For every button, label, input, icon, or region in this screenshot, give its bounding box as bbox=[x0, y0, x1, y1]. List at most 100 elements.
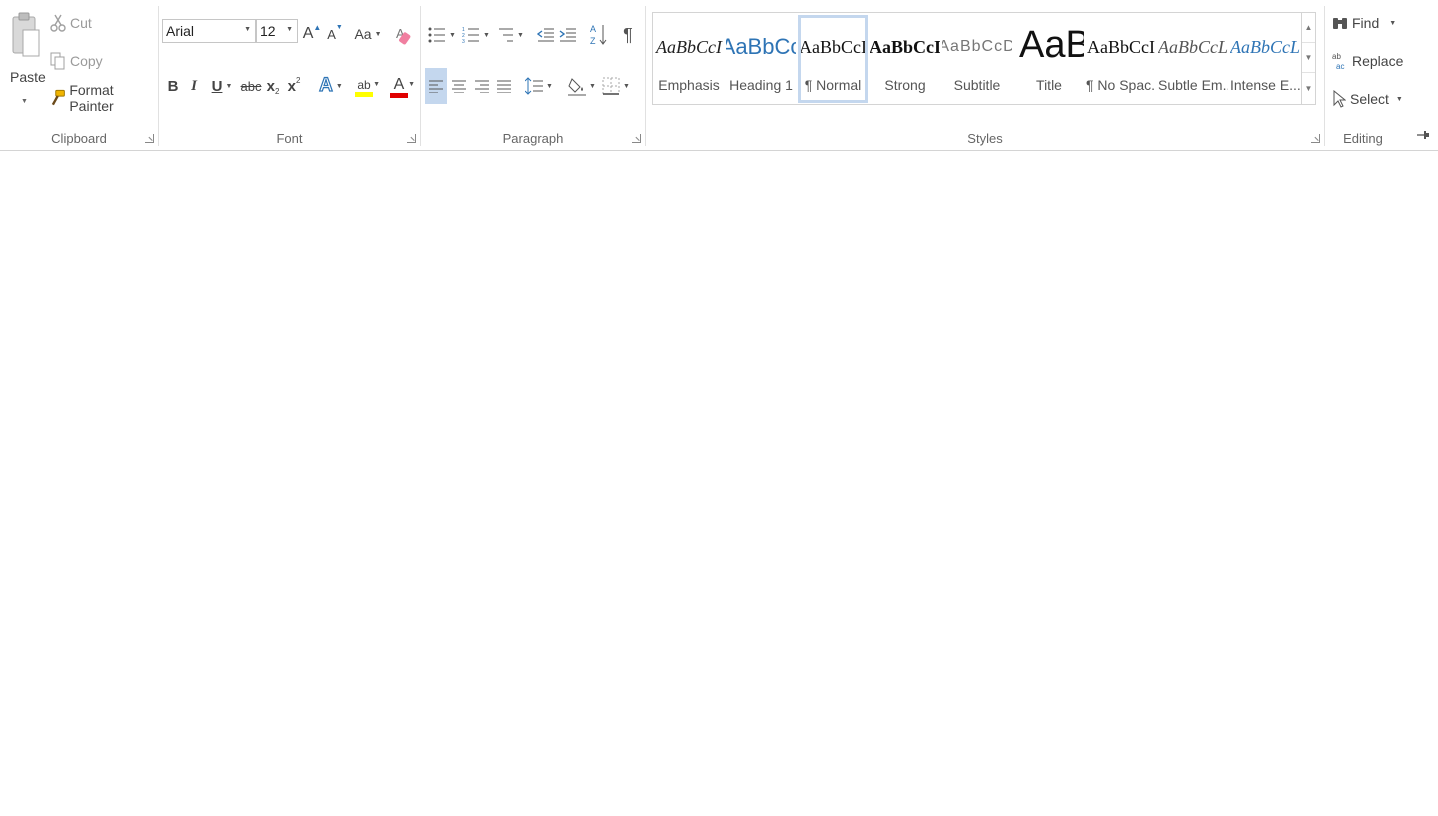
sort-button[interactable]: A Z bbox=[587, 20, 611, 50]
style-name: Intense E... bbox=[1230, 77, 1300, 93]
increase-indent-icon bbox=[559, 28, 576, 42]
decrease-indent-button[interactable] bbox=[535, 22, 557, 48]
cut-label: Cut bbox=[70, 15, 92, 31]
bold-label: B bbox=[167, 77, 179, 95]
chevron-down-icon[interactable]: ▼ bbox=[1302, 43, 1315, 73]
document-canvas[interactable] bbox=[0, 152, 1438, 816]
chevron-down-icon: ▼ bbox=[517, 31, 524, 39]
font-color-icon: A bbox=[393, 75, 405, 93]
align-right-icon bbox=[475, 80, 489, 93]
pin-ribbon-icon[interactable] bbox=[1416, 128, 1430, 142]
align-center-button[interactable] bbox=[448, 72, 470, 100]
style-preview: AaBbCcI bbox=[656, 36, 722, 57]
align-left-icon bbox=[429, 80, 443, 93]
style-intense-emphasis[interactable]: AaBbCcL Intense E... bbox=[1230, 15, 1300, 103]
paste-label: Paste bbox=[10, 69, 46, 85]
grow-font-icon: A bbox=[302, 25, 314, 42]
borders-button[interactable]: ▼ bbox=[599, 72, 633, 100]
style-preview: AaBl bbox=[1019, 23, 1084, 66]
format-painter-label: Format Painter bbox=[69, 82, 114, 114]
multilevel-list-icon bbox=[499, 28, 514, 42]
align-right-button[interactable] bbox=[471, 72, 493, 100]
shading-button[interactable]: ▼ bbox=[565, 72, 599, 100]
paragraph-dialog-launcher-icon[interactable] bbox=[632, 134, 641, 143]
style-emphasis[interactable]: AaBbCcI Emphasis bbox=[654, 15, 724, 103]
multilevel-list-button[interactable]: ▼ bbox=[494, 22, 526, 48]
superscript-button[interactable]: x2 bbox=[285, 74, 303, 98]
style-no-spacing[interactable]: AaBbCcI ¶ No Spac... bbox=[1086, 15, 1156, 103]
font-group: Arial ▼ 12 ▼ A ▲ A ▼ Aa ▼ A B I U ▼ abc … bbox=[159, 0, 420, 151]
bullet-list-icon bbox=[428, 27, 446, 43]
style-subtitle[interactable]: AaBbCcD Subtitle bbox=[942, 15, 1012, 103]
align-center-icon bbox=[452, 80, 466, 93]
underline-button[interactable]: U ▼ bbox=[207, 74, 237, 98]
copy-button[interactable]: Copy bbox=[50, 50, 103, 72]
paragraph-group-label: Paragraph bbox=[502, 131, 564, 146]
gallery-scrollbar[interactable]: ▲ ▼ ▼ bbox=[1301, 13, 1315, 104]
style-heading-1[interactable]: AaBbCc Heading 1 bbox=[726, 15, 796, 103]
highlight-button[interactable]: ab ▼ bbox=[348, 73, 380, 101]
underline-label: U bbox=[211, 77, 223, 95]
styles-group-label: Styles bbox=[967, 131, 1003, 146]
style-name: Subtitle bbox=[953, 77, 1001, 93]
clear-formatting-button[interactable]: A bbox=[392, 22, 416, 48]
font-size-combo[interactable]: 12 ▼ bbox=[256, 19, 298, 43]
highlighter-icon: ab bbox=[357, 77, 371, 92]
subscript-button[interactable]: x2 bbox=[264, 74, 282, 98]
style-normal[interactable]: AaBbCcI ¶ Normal bbox=[798, 15, 868, 103]
italic-button[interactable]: I bbox=[185, 74, 203, 98]
font-color-button[interactable]: A ▼ bbox=[383, 73, 415, 101]
font-name-combo[interactable]: Arial ▼ bbox=[162, 19, 256, 43]
clipboard-group: Paste ▼ Cut Copy Format Painter Clipboar… bbox=[0, 0, 158, 151]
bullets-button[interactable]: ▼ bbox=[426, 22, 458, 48]
font-size-value: 12 bbox=[260, 23, 276, 39]
show-formatting-marks-button[interactable]: ¶ bbox=[618, 22, 638, 48]
paste-button[interactable]: Paste ▼ bbox=[6, 8, 46, 112]
change-case-label: Aa bbox=[354, 26, 372, 42]
style-name: Title bbox=[1036, 77, 1062, 93]
style-title[interactable]: AaBl Title bbox=[1014, 15, 1084, 103]
font-dialog-launcher-icon[interactable] bbox=[407, 134, 416, 143]
sort-az-icon: A Z bbox=[590, 24, 607, 46]
style-strong[interactable]: AaBbCcI Strong bbox=[870, 15, 940, 103]
numbered-list-icon: 1 2 3 bbox=[462, 27, 480, 44]
change-case-button[interactable]: Aa ▼ bbox=[352, 22, 384, 46]
chevron-down-icon: ▼ bbox=[374, 30, 382, 38]
style-preview: AaBbCc bbox=[726, 34, 796, 59]
chevron-down-icon: ▼ bbox=[483, 31, 490, 39]
style-subtle-emphasis[interactable]: AaBbCcL Subtle Em... bbox=[1158, 15, 1228, 103]
more-styles-icon[interactable]: ▼ bbox=[1302, 73, 1315, 103]
style-preview: AaBbCcI bbox=[870, 36, 940, 57]
align-left-button[interactable] bbox=[425, 68, 447, 104]
highlight-color-swatch bbox=[355, 91, 373, 97]
svg-text:3: 3 bbox=[462, 39, 465, 44]
style-name: ¶ Normal bbox=[804, 77, 862, 93]
format-painter-button[interactable]: Format Painter bbox=[50, 82, 158, 114]
clipboard-dialog-launcher-icon[interactable] bbox=[145, 134, 154, 143]
grow-font-button[interactable]: A ▲ bbox=[301, 22, 323, 46]
bold-button[interactable]: B bbox=[164, 74, 182, 98]
chevron-down-icon: ▼ bbox=[244, 26, 251, 33]
numbering-button[interactable]: 1 2 3 ▼ bbox=[460, 22, 492, 48]
styles-dialog-launcher-icon[interactable] bbox=[1311, 134, 1320, 143]
shrink-font-button[interactable]: A ▼ bbox=[325, 22, 345, 46]
borders-icon bbox=[602, 77, 620, 95]
chevron-up-icon[interactable]: ▲ bbox=[1302, 13, 1315, 43]
subscript-label: x bbox=[266, 77, 275, 95]
increase-indent-button[interactable] bbox=[557, 22, 579, 48]
chevron-down-icon: ▼ bbox=[21, 98, 28, 105]
line-spacing-button[interactable]: ▼ bbox=[523, 72, 555, 100]
cut-button[interactable]: Cut bbox=[50, 12, 92, 34]
eraser-icon: A bbox=[396, 26, 411, 45]
justify-button[interactable] bbox=[493, 72, 515, 100]
line-spacing-icon bbox=[525, 77, 544, 95]
chevron-down-icon: ▼ bbox=[546, 82, 553, 90]
chevron-down-icon: ▼ bbox=[623, 82, 630, 90]
shrink-font-icon: A bbox=[327, 26, 336, 42]
clipboard-icon bbox=[12, 12, 40, 57]
copy-label: Copy bbox=[70, 53, 103, 69]
text-effects-icon: A bbox=[319, 74, 334, 96]
strikethrough-button[interactable]: abc bbox=[240, 74, 262, 98]
style-preview: AaBbCcL bbox=[1230, 36, 1300, 57]
text-effects-button[interactable]: A ▼ bbox=[317, 73, 345, 99]
